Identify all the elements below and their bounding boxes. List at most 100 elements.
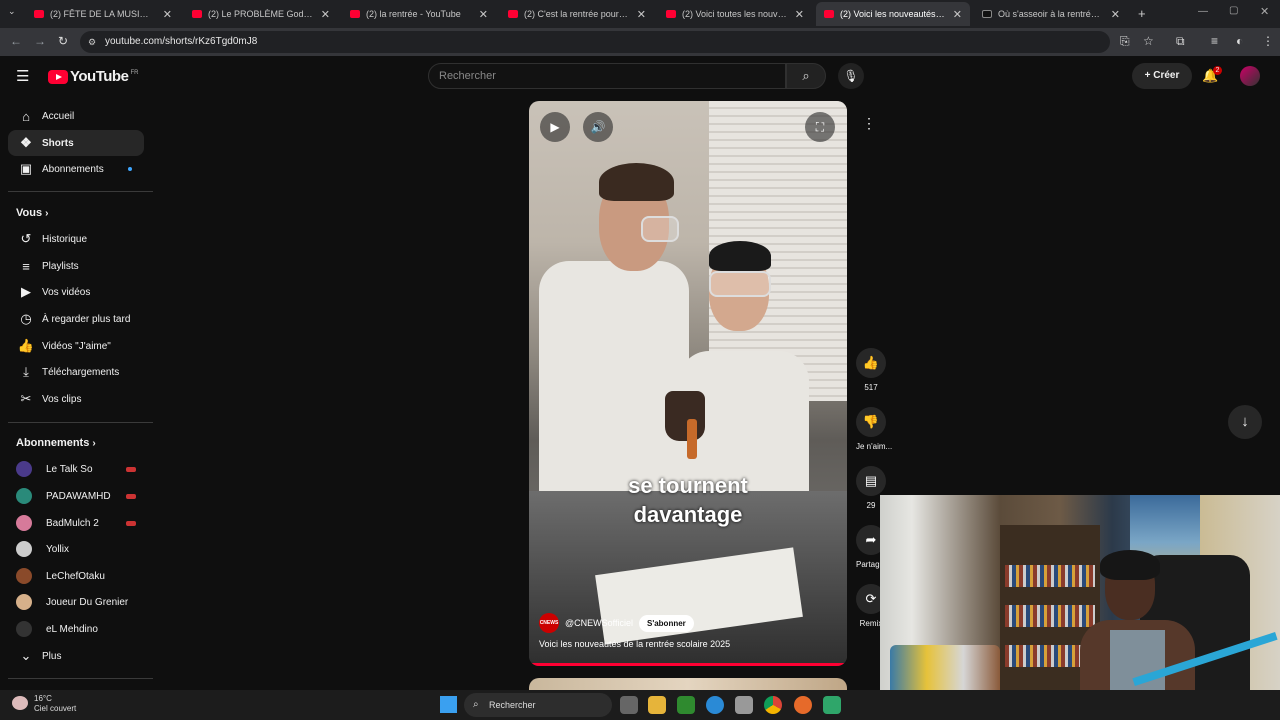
browser-menu-icon[interactable]: ⋮	[1262, 34, 1274, 48]
scientist-right-hair	[709, 241, 771, 271]
minimize-icon[interactable]: —	[1198, 6, 1208, 17]
chevron-right-icon: ›	[45, 208, 49, 219]
sidebar-item-your-videos[interactable]: ▶ Vos vidéos	[8, 279, 144, 305]
url-field[interactable]: ⚙ youtube.com/shorts/rKz6Tgd0mJ8	[80, 31, 1110, 53]
flask	[665, 391, 705, 441]
sidebar-show-more[interactable]: ⌄ Plus	[8, 643, 144, 669]
sidebar-item-downloads[interactable]: ⤓ Téléchargements	[8, 359, 144, 385]
more-options-icon[interactable]: ⋮	[862, 115, 876, 132]
play-button[interactable]: ▶	[540, 112, 570, 142]
sidebar-you-heading[interactable]: Vous ›	[16, 207, 48, 219]
start-windows-icon[interactable]	[440, 696, 457, 713]
xbox-app-icon[interactable]	[677, 696, 695, 714]
firefox-browser-icon[interactable]	[794, 696, 812, 714]
channel-avatar	[16, 541, 32, 557]
thumbs-down-icon: 👎	[856, 407, 886, 437]
maximize-icon[interactable]: ▢	[1229, 5, 1238, 16]
subscribe-button[interactable]: S'abonner	[638, 614, 694, 632]
sidebar-item-history[interactable]: ↺ Historique	[8, 226, 144, 252]
browser-tab[interactable]: (2) FÊTE DE LA MUSIQUE 2025✕	[26, 2, 180, 26]
sidebar-divider	[8, 678, 153, 679]
task-view-icon[interactable]	[620, 696, 638, 714]
browser-tab[interactable]: (2) C'est la rentrée pour les élè✕	[500, 2, 654, 26]
short-title[interactable]: Voici les nouveautés de la rentrée scola…	[539, 639, 730, 649]
reading-list-icon[interactable]: ≡	[1211, 34, 1218, 48]
sidebar-channel[interactable]: BadMulch 2	[8, 510, 144, 536]
sidebar-item-subscriptions[interactable]: ▣ Abonnements	[8, 156, 144, 182]
new-tab-icon[interactable]: +	[1138, 6, 1146, 21]
forward-icon[interactable]: →	[34, 34, 46, 48]
file-explorer-icon[interactable]	[648, 696, 666, 714]
address-bar-row: ← → ↻ ⚙ youtube.com/shorts/rKz6Tgd0mJ8 ⎘…	[0, 28, 1280, 56]
youtube-favicon-icon	[350, 10, 360, 18]
sidebar-item-watch-later[interactable]: ◷ À regarder plus tard	[8, 306, 144, 332]
tab-search-icon[interactable]: ⌄	[8, 6, 16, 17]
close-tab-icon[interactable]: ✕	[163, 8, 172, 21]
progress-bar[interactable]	[529, 663, 847, 666]
channel-avatar[interactable]: CNEWS	[539, 613, 559, 633]
close-tab-icon[interactable]: ✕	[953, 8, 962, 21]
channel-row: CNEWS @CNEWSofficiel S'abonner	[539, 613, 694, 633]
history-icon: ↺	[20, 231, 32, 246]
app-green-icon[interactable]	[823, 696, 841, 714]
weather-widget[interactable]: 16°C Ciel couvert	[12, 694, 76, 714]
close-tab-icon[interactable]: ✕	[795, 8, 804, 21]
sidebar-subscriptions-heading[interactable]: Abonnements ›	[16, 437, 96, 449]
browser-tab[interactable]: (2) Voici toutes les nouveautés✕	[658, 2, 812, 26]
sidebar-channel[interactable]: eL Mehdino	[8, 616, 144, 642]
sidebar-channel[interactable]: Le Talk So	[8, 456, 144, 482]
browser-tab[interactable]: (2) la rentrée - YouTube ✕	[342, 2, 496, 26]
extensions-icon[interactable]: ⧉	[1176, 34, 1185, 49]
browser-tab[interactable]: (2) Le PROBLÈME God Valley -✕	[184, 2, 338, 26]
close-tab-icon[interactable]: ✕	[479, 8, 488, 21]
arrow-down-icon: ↓	[1241, 413, 1249, 430]
back-icon[interactable]: ←	[10, 34, 22, 48]
edge-browser-icon[interactable]	[706, 696, 724, 714]
bookmark-star-icon[interactable]: ☆	[1143, 34, 1154, 48]
sidebar-channel[interactable]: Yollix	[8, 536, 144, 562]
sidebar-item-playlists[interactable]: ≡ Playlists	[8, 253, 144, 279]
youtube-favicon-icon	[666, 10, 676, 18]
dislike-button[interactable]: 👎 Je n'aim...	[856, 407, 892, 451]
sidebar-channel[interactable]: PADAWAMHD	[8, 483, 144, 509]
search-button[interactable]: ⌕	[786, 63, 826, 89]
channel-avatar	[16, 594, 32, 610]
close-window-icon[interactable]: ✕	[1260, 5, 1269, 18]
search-input[interactable]: Rechercher	[428, 63, 786, 89]
store-icon[interactable]	[735, 696, 753, 714]
streamer-hair	[1100, 550, 1160, 580]
close-tab-icon[interactable]: ✕	[637, 8, 646, 21]
account-avatar[interactable]	[1240, 66, 1260, 86]
notification-badge: 2	[1213, 66, 1222, 75]
next-short-button[interactable]: ↓	[1228, 405, 1262, 439]
profile-icon[interactable]: ◐	[1236, 34, 1243, 48]
create-button[interactable]: + Créer	[1132, 63, 1192, 89]
close-tab-icon[interactable]: ✕	[321, 8, 330, 21]
install-app-icon[interactable]: ⎘	[1120, 34, 1130, 49]
reload-icon[interactable]: ↻	[58, 34, 68, 48]
sidebar-item-clips[interactable]: ✂ Vos clips	[8, 386, 144, 412]
close-tab-icon[interactable]: ✕	[1111, 8, 1120, 21]
voice-search-button[interactable]: 🎙	[838, 63, 864, 89]
channel-name[interactable]: @CNEWSofficiel	[565, 618, 633, 628]
shorts-video-player[interactable]: se tournent davantage ▶ 🔊 ⛶ CNEWS @CNEWS…	[529, 101, 847, 666]
sidebar-channel[interactable]: Joueur Du Grenier	[8, 589, 144, 615]
browser-tab-bar: ⌄ (2) FÊTE DE LA MUSIQUE 2025✕ (2) Le PR…	[0, 0, 1280, 28]
sidebar-channel[interactable]: LeChefOtaku	[8, 563, 144, 589]
chrome-browser-icon[interactable]	[764, 696, 782, 714]
fullscreen-button[interactable]: ⛶	[805, 112, 835, 142]
like-button[interactable]: 👍 517	[856, 348, 886, 392]
channel-avatar	[16, 461, 32, 477]
sidebar-item-home[interactable]: ⌂ Accueil	[8, 103, 144, 129]
live-indicator	[126, 466, 136, 472]
sidebar-item-liked-videos[interactable]: 👍 Vidéos "J'aime"	[8, 333, 144, 359]
live-indicator	[126, 493, 136, 499]
search-icon: ⌕	[473, 699, 479, 710]
browser-tab[interactable]: Où s'asseoir à la rentrée scola✕	[974, 2, 1128, 26]
site-info-icon[interactable]: ⚙	[88, 31, 96, 53]
sidebar-item-shorts[interactable]: ❖ Shorts	[8, 130, 144, 156]
weather-icon	[12, 696, 28, 710]
browser-tab-active[interactable]: (2) Voici les nouveautés de la re✕	[816, 2, 970, 26]
taskbar-search[interactable]: ⌕ Rechercher	[464, 693, 612, 717]
volume-button[interactable]: 🔊	[583, 112, 613, 142]
